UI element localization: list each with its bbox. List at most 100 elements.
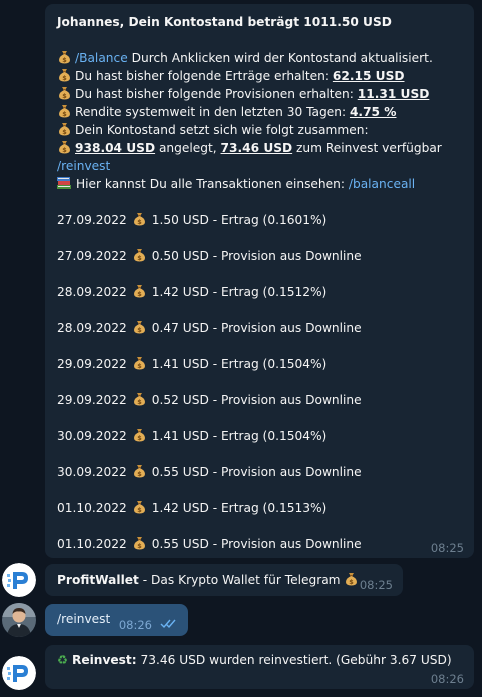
transaction-date: 29.09.2022 <box>57 357 127 371</box>
yield-value: 4.75 % <box>349 105 397 119</box>
transaction-text: 1.41 USD - Ertrag (0.1504%) <box>151 429 327 443</box>
commissions-value: 11.31 USD <box>357 87 430 101</box>
commissions-line: $ Du hast bisher folgende Provisionen erh… <box>57 85 462 103</box>
svg-text:$: $ <box>137 542 142 550</box>
yield-text: Rendite systemweit in den letzten 30 Tag… <box>75 105 350 119</box>
svg-text:$: $ <box>137 218 142 226</box>
transaction-date: 30.09.2022 <box>57 465 127 479</box>
transaction-row: 27.09.2022 $0.50 USD - Provision aus Down… <box>57 247 462 283</box>
message-header: Johannes, Dein Kontostand beträgt 1011.5… <box>57 15 392 29</box>
transaction-date: 28.09.2022 <box>57 285 127 299</box>
message-time: 08:25 <box>430 541 464 555</box>
user-avatar[interactable] <box>2 603 36 637</box>
transactions-line: Hier kannst Du alle Transaktionen einseh… <box>57 175 462 193</box>
moneybag-icon: $ <box>58 50 71 64</box>
balance-line: $ /Balance Durch Anklicken wird der Konto… <box>57 49 462 67</box>
earnings-value: 62.15 USD <box>332 69 405 83</box>
message-time: 08:26 <box>118 618 152 632</box>
svg-text:$: $ <box>62 146 67 154</box>
moneybag-icon: $ <box>133 212 146 226</box>
moneybag-icon: $ <box>133 356 146 370</box>
double-check-icon <box>160 619 178 632</box>
composition-text: Dein Kontostand setzt sich wie folgt zus… <box>75 123 369 137</box>
transaction-row: 30.09.2022 $0.55 USD - Provision aus Down… <box>57 463 462 499</box>
transaction-date: 01.10.2022 <box>57 501 127 515</box>
earnings-line: $ Du hast bisher folgende Erträge erhalte… <box>57 67 462 85</box>
reinvest-confirmation-message: ♻ Reinvest: 73.46 USD wurden reinvestiert… <box>45 645 474 689</box>
bot-intro-message: ProfitWallet - Das Krypto Wallet für Tel… <box>45 564 403 596</box>
moneybag-icon: $ <box>58 68 71 82</box>
balance-message: Johannes, Dein Kontostand beträgt 1011.5… <box>45 4 474 558</box>
svg-text:$: $ <box>62 56 67 64</box>
reinvest-command-message: /reinvest 08:26 <box>45 604 188 636</box>
transaction-text: 0.50 USD - Provision aus Downline <box>151 249 362 263</box>
composition-line: $ Dein Kontostand setzt sich wie folgt zu… <box>57 121 462 139</box>
balance-command-link[interactable]: /Balance <box>75 51 128 65</box>
reinvest-label: Reinvest: <box>71 653 137 667</box>
message-time: 08:25 <box>359 578 393 592</box>
transaction-row: 28.09.2022 $0.47 USD - Provision aus Down… <box>57 319 462 355</box>
transactions-text: Hier kannst Du alle Transaktionen einseh… <box>76 177 349 191</box>
transaction-text: 1.42 USD - Ertrag (0.1512%) <box>151 285 327 299</box>
moneybag-icon: $ <box>58 104 71 118</box>
moneybag-icon: $ <box>58 140 71 154</box>
invested-value: 938.04 USD <box>75 141 156 155</box>
transaction-row: 29.09.2022 $1.41 USD - Ertrag (0.1504%) <box>57 355 462 391</box>
earnings-text: Du hast bisher folgende Erträge erhalten… <box>75 69 333 83</box>
moneybag-icon: $ <box>133 284 146 298</box>
moneybag-icon: $ <box>133 248 146 262</box>
svg-text:$: $ <box>350 578 355 586</box>
svg-text:$: $ <box>62 74 67 82</box>
intro-text: - Das Krypto Wallet für Telegram <box>138 573 345 587</box>
svg-text:$: $ <box>137 326 142 334</box>
bot-avatar[interactable] <box>2 563 36 597</box>
sender-name[interactable]: ProfitWallet <box>57 573 139 587</box>
transaction-row: 28.09.2022 $1.42 USD - Ertrag (0.1512%) <box>57 283 462 319</box>
moneybag-icon: $ <box>58 86 71 100</box>
moneybag-icon: $ <box>133 464 146 478</box>
invested-text: angelegt, <box>155 141 221 155</box>
recycle-icon: ♻ <box>57 653 68 667</box>
transaction-text: 1.42 USD - Ertrag (0.1513%) <box>151 501 327 515</box>
bot-avatar[interactable] <box>2 656 36 690</box>
reinvest-command-link[interactable]: /reinvest <box>57 159 110 173</box>
svg-text:$: $ <box>62 128 67 136</box>
transaction-date: 27.09.2022 <box>57 249 127 263</box>
transaction-text: 0.55 USD - Provision aus Downline <box>151 465 362 479</box>
transaction-row: 27.09.2022 $1.50 USD - Ertrag (0.1601%) <box>57 211 462 247</box>
svg-text:$: $ <box>137 290 142 298</box>
reinvest-link-line: /reinvest <box>57 157 462 175</box>
svg-text:$: $ <box>137 362 142 370</box>
transaction-date: 30.09.2022 <box>57 429 127 443</box>
transaction-text: 0.55 USD - Provision aus Downline <box>151 537 362 551</box>
transaction-date: 29.09.2022 <box>57 393 127 407</box>
reinvest-value: 73.46 USD <box>220 141 293 155</box>
svg-text:$: $ <box>137 506 142 514</box>
invested-line: $938.04 USD angelegt, 73.46 USD zum Rein… <box>57 139 462 157</box>
moneybag-icon: $ <box>133 428 146 442</box>
svg-text:$: $ <box>62 92 67 100</box>
transaction-date: 27.09.2022 <box>57 213 127 227</box>
moneybag-icon: $ <box>133 536 146 550</box>
svg-text:$: $ <box>137 398 142 406</box>
moneybag-icon: $ <box>345 572 358 586</box>
commissions-text: Du hast bisher folgende Provisionen erha… <box>75 87 358 101</box>
books-icon <box>57 176 71 189</box>
transaction-date: 28.09.2022 <box>57 321 127 335</box>
moneybag-icon: $ <box>58 122 71 136</box>
message-time: 08:26 <box>430 672 464 686</box>
moneybag-icon: $ <box>133 320 146 334</box>
svg-text:$: $ <box>137 470 142 478</box>
transaction-text: 0.52 USD - Provision aus Downline <box>151 393 362 407</box>
svg-text:$: $ <box>62 110 67 118</box>
transaction-row: 01.10.2022 $1.42 USD - Ertrag (0.1513%) <box>57 499 462 535</box>
transaction-row: 29.09.2022 $0.52 USD - Provision aus Down… <box>57 391 462 427</box>
balance-text: Durch Anklicken wird der Kontostand aktu… <box>127 51 433 65</box>
reinvest-text: zum Reinvest verfügbar <box>292 141 442 155</box>
balanceall-command-link[interactable]: /balanceall <box>349 177 415 191</box>
transaction-text: 0.47 USD - Provision aus Downline <box>151 321 362 335</box>
yield-line: $ Rendite systemweit in den letzten 30 Ta… <box>57 103 462 121</box>
reinvest-confirmation-text: 73.46 USD wurden reinvestiert. (Gebühr 3… <box>136 653 452 667</box>
reinvest-command[interactable]: /reinvest <box>57 612 110 626</box>
svg-text:$: $ <box>137 434 142 442</box>
